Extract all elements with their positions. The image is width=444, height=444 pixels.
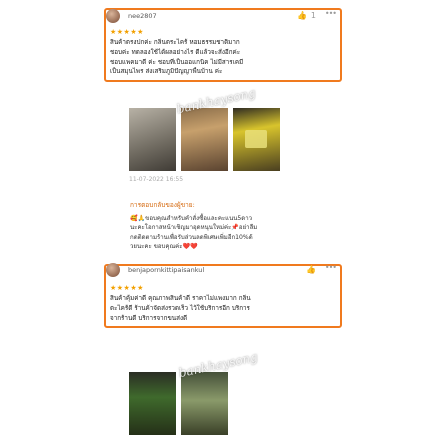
seller-reply-line: วยนะคะ ขอบคุณค่ะ❤️❤️ [130,243,198,251]
review-text-line: ตะไคร้ดี ร้านค้าจัดส่งรวดเร็ว ไว้ใช้บริก… [110,304,250,312]
product-label [245,130,267,148]
review-header: benjapornkittipaisankul 👍 ••• [104,262,342,278]
rating-stars: ★★★★★ [110,28,144,36]
seller-reply: การตอบกลับของผู้ขาย: 🥰🙏ขอบคุณสำหรับคำสั่… [130,200,310,252]
review-date: 11-07-2022 16:55 [129,176,184,183]
review-text-line: สินค้าคุ้มค่าดี คุณภาพสินค้าดี ราคาไม่แพ… [110,295,251,302]
review-text: สินค้าคุ้มค่าดี คุณภาพสินค้าดี ราคาไม่แพ… [110,294,336,323]
review-photo[interactable] [181,108,228,171]
review-text: สินค้าตรงปกค่ะ กลิ่นตระไคร้ หอมธรรมชาติม… [110,38,336,77]
reviewer-username[interactable]: nee2807 [128,12,157,20]
review-card: nee2807 👍 1 ••• ★★★★★ สินค้าตรงปกค่ะ กลิ… [104,8,342,83]
review-text-line: สินค้าตรงปกค่ะ กลิ่นตระไคร้ หอมธรรมชาติม… [110,39,240,46]
review-header: nee2807 👍 1 ••• [104,8,342,24]
review-photos [129,108,280,171]
reviewer-username[interactable]: benjapornkittipaisankul [128,266,204,274]
review-text-line: ชอบค่ะ ทดลองใช้ได้ผลอย่างไร ดีแล้วจะสั่ง… [110,48,241,56]
review-card: benjapornkittipaisankul 👍 ••• ★★★★★ สินค… [104,262,342,329]
review-text-line: เป็นสมุนไพร ส่งเสริมภูมิปัญญาพื้นบ้าน ค่… [110,68,223,76]
like-button[interactable]: 👍 [306,265,316,274]
seller-reply-line: 🥰🙏ขอบคุณสำหรับคำสั่งซื้อและคะแนน5ดาว [130,215,253,222]
more-dots-icon[interactable]: ••• [325,263,337,272]
seller-reply-text: 🥰🙏ขอบคุณสำหรับคำสั่งซื้อและคะแนน5ดาว นะค… [130,214,310,252]
review-photo[interactable] [181,372,228,435]
like-count: 1 [310,11,316,20]
review-photos [129,372,228,435]
review-text-line: ชอบแพคมาดี ค่ะ ชอบที่เป็นออแกนิค ไม่มีสา… [110,58,244,66]
seller-reply-line: นะคะโอกาสหน้าเชิญมาอุดหนุนใหม่ค่ะ📌อย่าลื… [130,224,258,232]
avatar[interactable] [106,9,120,23]
review-photo[interactable] [233,108,280,171]
more-dots-icon[interactable]: ••• [325,9,337,18]
seller-reply-title: การตอบกลับของผู้ขาย: [130,201,195,209]
review-text-line: จากร้านดี บริการจากขนส่งดี [110,314,188,322]
avatar[interactable] [106,263,120,277]
like-button[interactable]: 👍 1 [297,11,316,20]
thumbs-up-icon: 👍 [306,265,316,274]
review-photo[interactable] [129,108,176,171]
seller-reply-line: กดติดตามร้านเพื่อรับส่วนลดพิเศษเพิ่มอีก1… [130,233,253,241]
rating-stars: ★★★★★ [110,284,144,292]
thumbs-up-icon: 👍 [296,11,307,20]
review-photo[interactable] [129,372,176,435]
